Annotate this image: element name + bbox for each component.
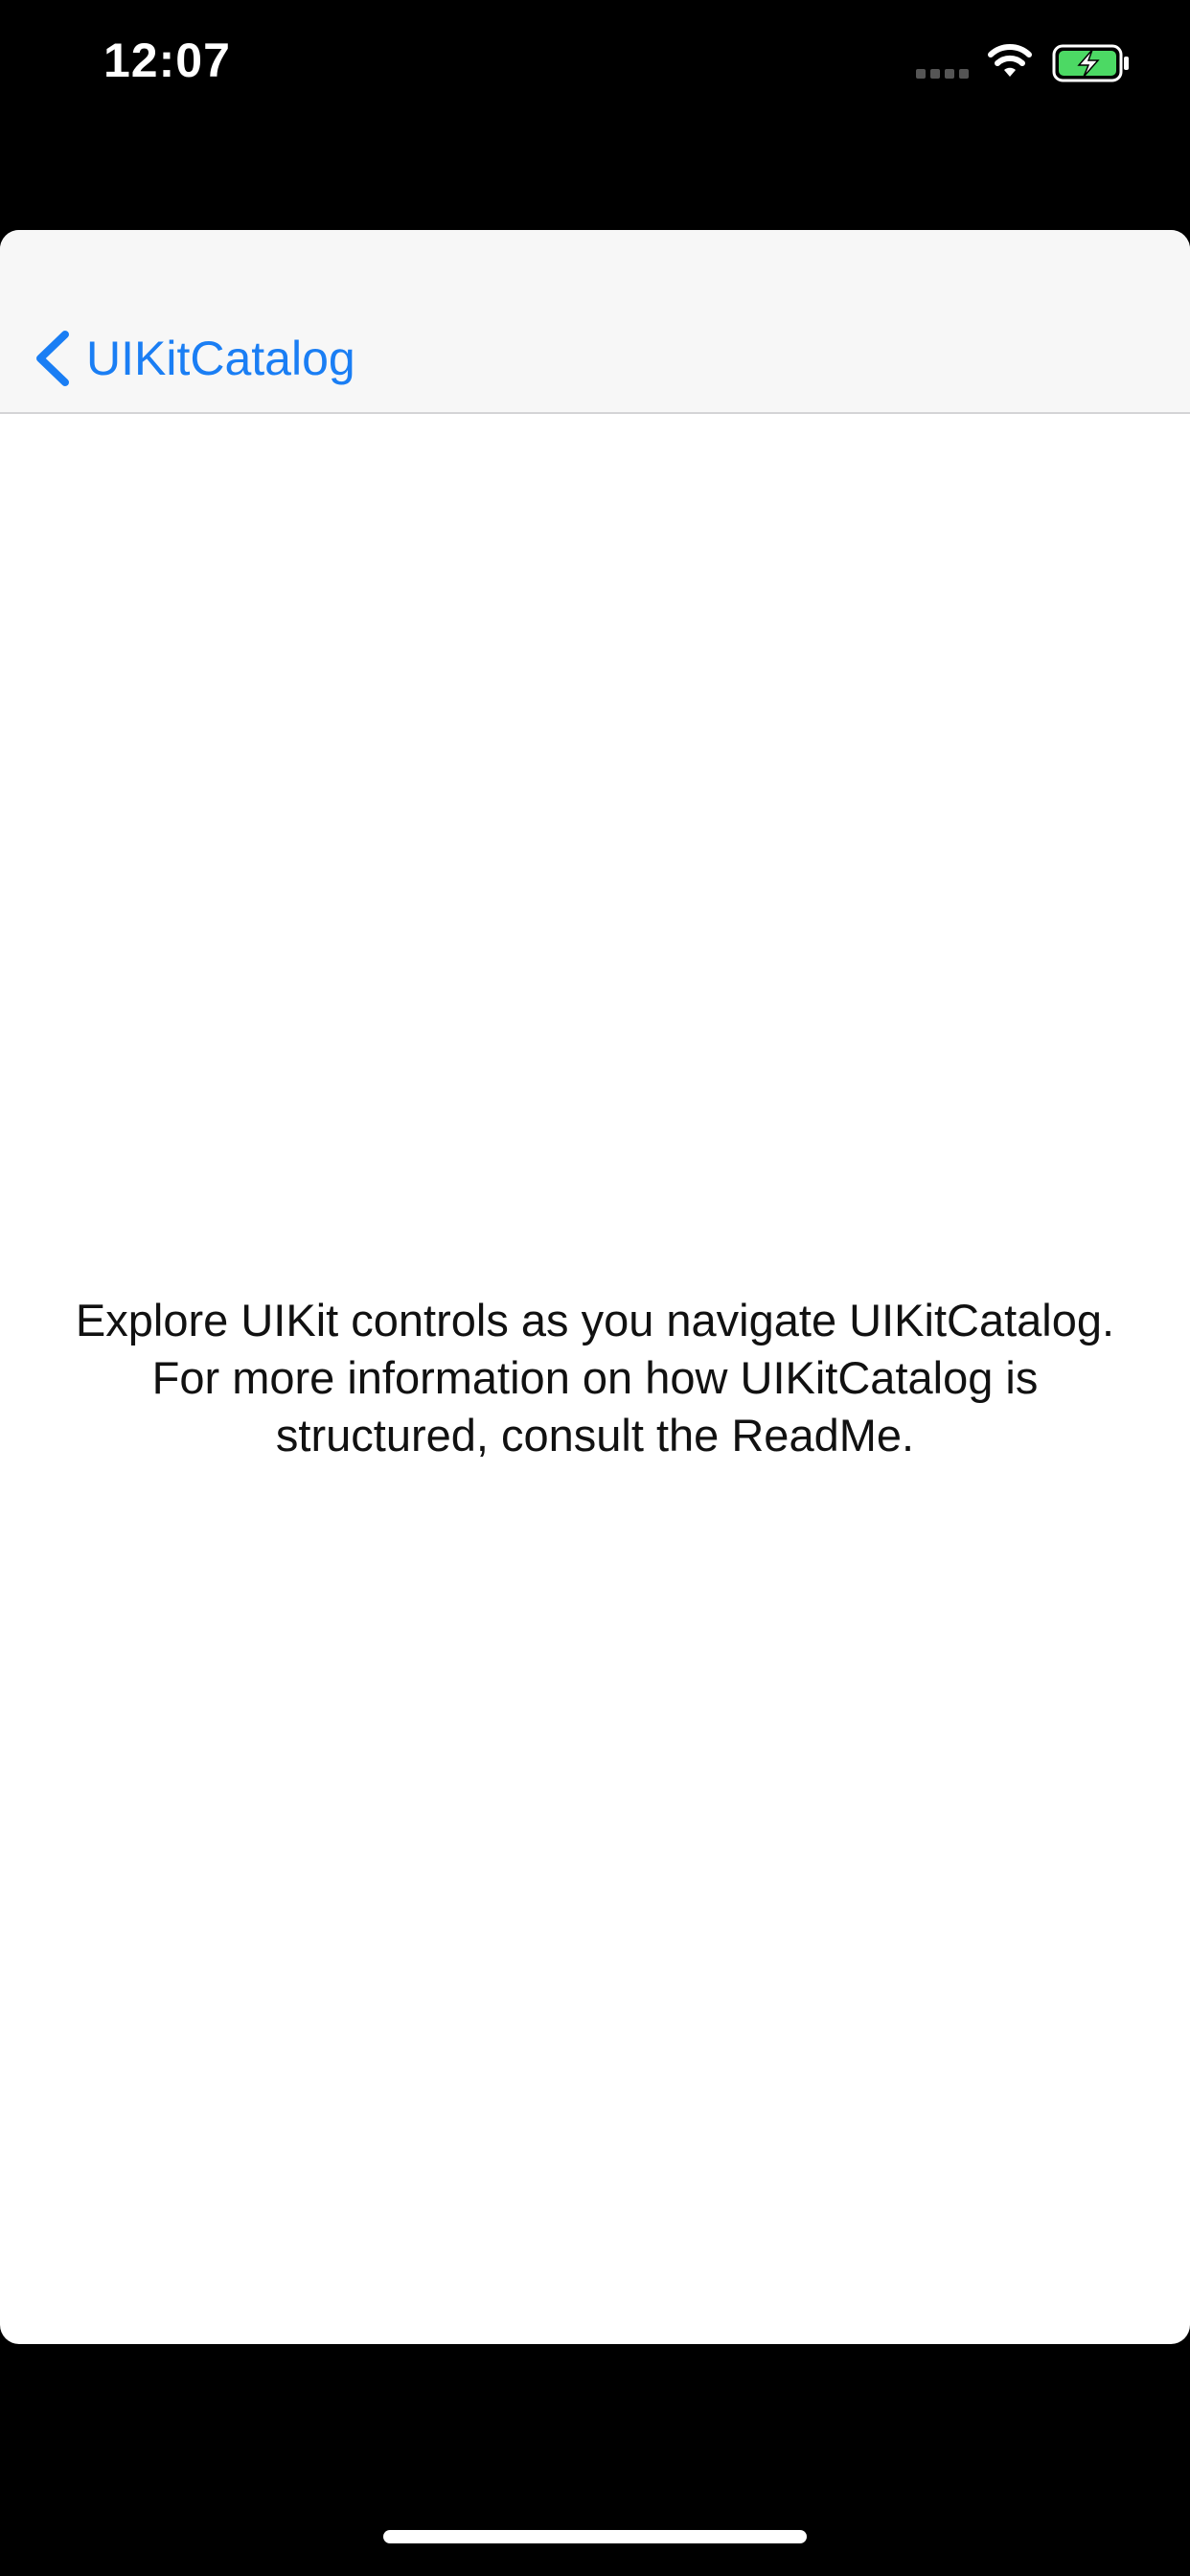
battery-charging-icon: [1052, 44, 1129, 82]
navigation-bar: UIKitCatalog: [0, 230, 1190, 414]
back-button-label: UIKitCatalog: [86, 332, 355, 385]
status-bar: 12:07: [0, 0, 1190, 134]
wifi-icon: [988, 44, 1032, 77]
intro-text-line: structured, consult the ReadMe.: [275, 1410, 915, 1460]
intro-text-line: For more information on how UIKitCatalog…: [151, 1352, 1039, 1403]
chevron-left-icon: [36, 331, 69, 386]
screen: 12:07 UIKitCatalog Explore UIKit control…: [0, 0, 1190, 2576]
content-sheet: UIKitCatalog Explore UIKit controls as y…: [0, 230, 1190, 2344]
back-button[interactable]: UIKitCatalog: [33, 318, 355, 399]
status-time: 12:07: [103, 34, 231, 87]
intro-text-line: Explore UIKit controls as you navigate U…: [75, 1295, 1115, 1346]
home-indicator[interactable]: [383, 2530, 807, 2543]
intro-text: Explore UIKit controls as you navigate U…: [19, 1292, 1171, 1464]
cellular-signal-icon: [916, 69, 969, 79]
